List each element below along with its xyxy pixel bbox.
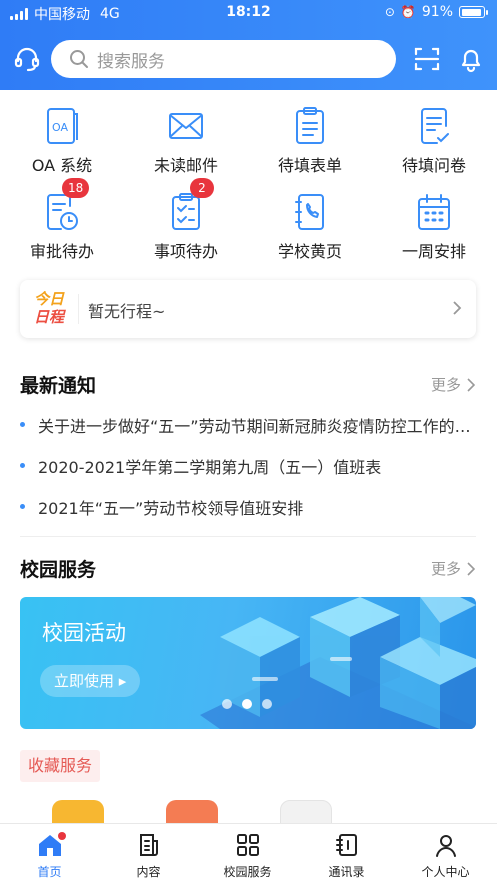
- campus-more-link[interactable]: 更多: [431, 558, 475, 579]
- lock-rotation-icon: ⊙: [384, 5, 395, 19]
- grid-item-calendar[interactable]: 一周安排: [372, 186, 496, 266]
- notice-item[interactable]: 2021年“五一”劳动节校领导值班安排: [20, 495, 480, 519]
- battery-percent: 91%: [421, 4, 453, 20]
- content-icon: [139, 834, 158, 856]
- chevron-right-icon: [467, 377, 475, 392]
- notices-more-link[interactable]: 更多: [431, 374, 475, 395]
- phonebook-icon: [295, 194, 324, 230]
- mail-icon: [169, 113, 203, 139]
- task-badge: 2: [190, 178, 214, 198]
- campus-services-title: 校园服务: [20, 559, 97, 581]
- grid-label: 事项待办: [153, 242, 218, 261]
- grid-item-survey[interactable]: 待填问卷: [372, 100, 496, 180]
- grid-item-phonebook[interactable]: 学校黄页: [248, 186, 372, 266]
- approval-icon: [47, 194, 78, 230]
- approval-badge: 18: [62, 178, 90, 198]
- chevron-right-icon: [453, 301, 462, 315]
- grid-services-icon: [236, 834, 259, 856]
- chevron-right-icon: [467, 561, 475, 576]
- grid-label: 待填表单: [277, 156, 342, 175]
- grid-label: 审批待办: [29, 242, 94, 261]
- tab-label: 内容: [136, 865, 161, 879]
- grid-label: 未读邮件: [153, 156, 218, 175]
- grid-label: 待填问卷: [401, 156, 466, 175]
- favorite-services-label: 收藏服务: [20, 750, 101, 782]
- grid-item-form[interactable]: 待填表单: [248, 100, 372, 180]
- search-input[interactable]: 搜索服务: [51, 40, 396, 78]
- use-now-button[interactable]: 立即使用 ▸: [40, 665, 141, 697]
- status-bar: 中国移动 4G 18:12 ⊙ ⏰ 91%: [0, 0, 497, 26]
- carousel-dot[interactable]: [262, 699, 272, 709]
- contacts-icon: [335, 834, 357, 856]
- today-schedule-logo: 今日 日程: [34, 290, 65, 326]
- battery-icon: [459, 6, 488, 18]
- carousel-dot[interactable]: [222, 699, 232, 709]
- form-icon: [296, 107, 324, 144]
- oa-icon: OA: [47, 108, 78, 144]
- tab-content[interactable]: 内容: [99, 830, 198, 880]
- tab-profile[interactable]: 个人中心: [396, 830, 495, 880]
- notice-item[interactable]: 2020-2021学年第二学期第九周（五一）值班表: [20, 454, 480, 478]
- notification-dot: [58, 832, 66, 840]
- schedule-empty-text: 暂无行程~: [88, 302, 166, 321]
- svg-text:OA: OA: [52, 121, 68, 134]
- campus-activity-banner[interactable]: 校园活动 立即使用 ▸: [20, 597, 476, 729]
- grid-label: 学校黄页: [277, 242, 342, 261]
- banner-title: 校园活动: [42, 621, 126, 645]
- user-icon: [435, 835, 456, 857]
- carousel-indicator: [222, 699, 272, 709]
- divider: [78, 294, 79, 324]
- tab-campus-services[interactable]: 校园服务: [198, 830, 297, 880]
- tab-home[interactable]: 首页: [0, 830, 99, 880]
- survey-icon: [421, 108, 449, 144]
- headset-icon[interactable]: [12, 44, 42, 74]
- tab-label: 通讯录: [328, 865, 365, 879]
- search-icon: [70, 50, 88, 68]
- tab-label: 个人中心: [421, 865, 470, 879]
- tab-label: 校园服务: [223, 865, 272, 879]
- header: 中国移动 4G 18:12 ⊙ ⏰ 91% 搜索服务: [0, 0, 497, 90]
- notice-item[interactable]: 关于进一步做好“五一”劳动节期间新冠肺炎疫情防控工作的通知: [20, 413, 480, 437]
- search-placeholder: 搜索服务: [97, 51, 165, 72]
- tab-label: 首页: [37, 865, 62, 879]
- alarm-icon: ⏰: [400, 5, 416, 19]
- grid-item-approval[interactable]: 18 审批待办: [0, 178, 124, 266]
- calendar-icon: [418, 194, 450, 230]
- grid-item-mail[interactable]: 未读邮件: [124, 100, 248, 180]
- task-icon: [172, 193, 200, 230]
- today-schedule-card[interactable]: 今日 日程 暂无行程~: [20, 280, 476, 338]
- tab-contacts[interactable]: 通讯录: [297, 830, 396, 880]
- grid-label: OA 系统: [31, 156, 93, 175]
- carousel-dot-active[interactable]: [242, 699, 252, 709]
- grid-label: 一周安排: [401, 242, 466, 261]
- grid-item-oa[interactable]: OA OA 系统: [0, 100, 124, 180]
- bell-icon[interactable]: [456, 44, 486, 74]
- divider: [20, 536, 476, 537]
- notices-title: 最新通知: [20, 375, 97, 397]
- scan-icon[interactable]: [412, 44, 442, 74]
- grid-item-task[interactable]: 2 事项待办: [124, 178, 248, 266]
- tab-bar: 首页 内容 校园服务 通讯录 个人中心: [0, 823, 497, 883]
